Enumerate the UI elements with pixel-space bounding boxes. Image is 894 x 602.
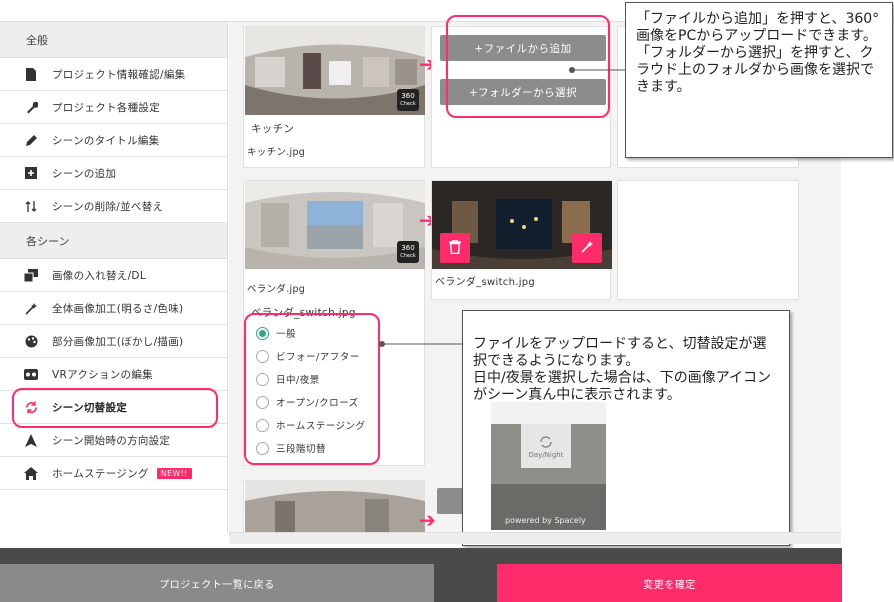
powered-by-text: powered by Spacely [505,516,586,525]
horizontal-scrollbar[interactable] [229,532,841,544]
day-night-icon: Day/Night [521,424,571,468]
callout-text: 「ファイルから追加」を押すと、360°画像をPCからアップロードできます。「フォ… [636,11,880,95]
confirm-changes-button[interactable]: 変更を確定 [497,564,842,602]
callout-upload-help: 「ファイルから追加」を押すと、360°画像をPCからアップロードできます。「フォ… [625,2,893,158]
callout-text: ファイルをアップロードすると、切替設定が選択できるようになります。 日中/夜景を… [473,336,772,403]
back-to-projects-button[interactable]: プロジェクト一覧に戻る [0,564,434,602]
day-night-preview: Day/Night powered by Spacely [491,402,606,530]
